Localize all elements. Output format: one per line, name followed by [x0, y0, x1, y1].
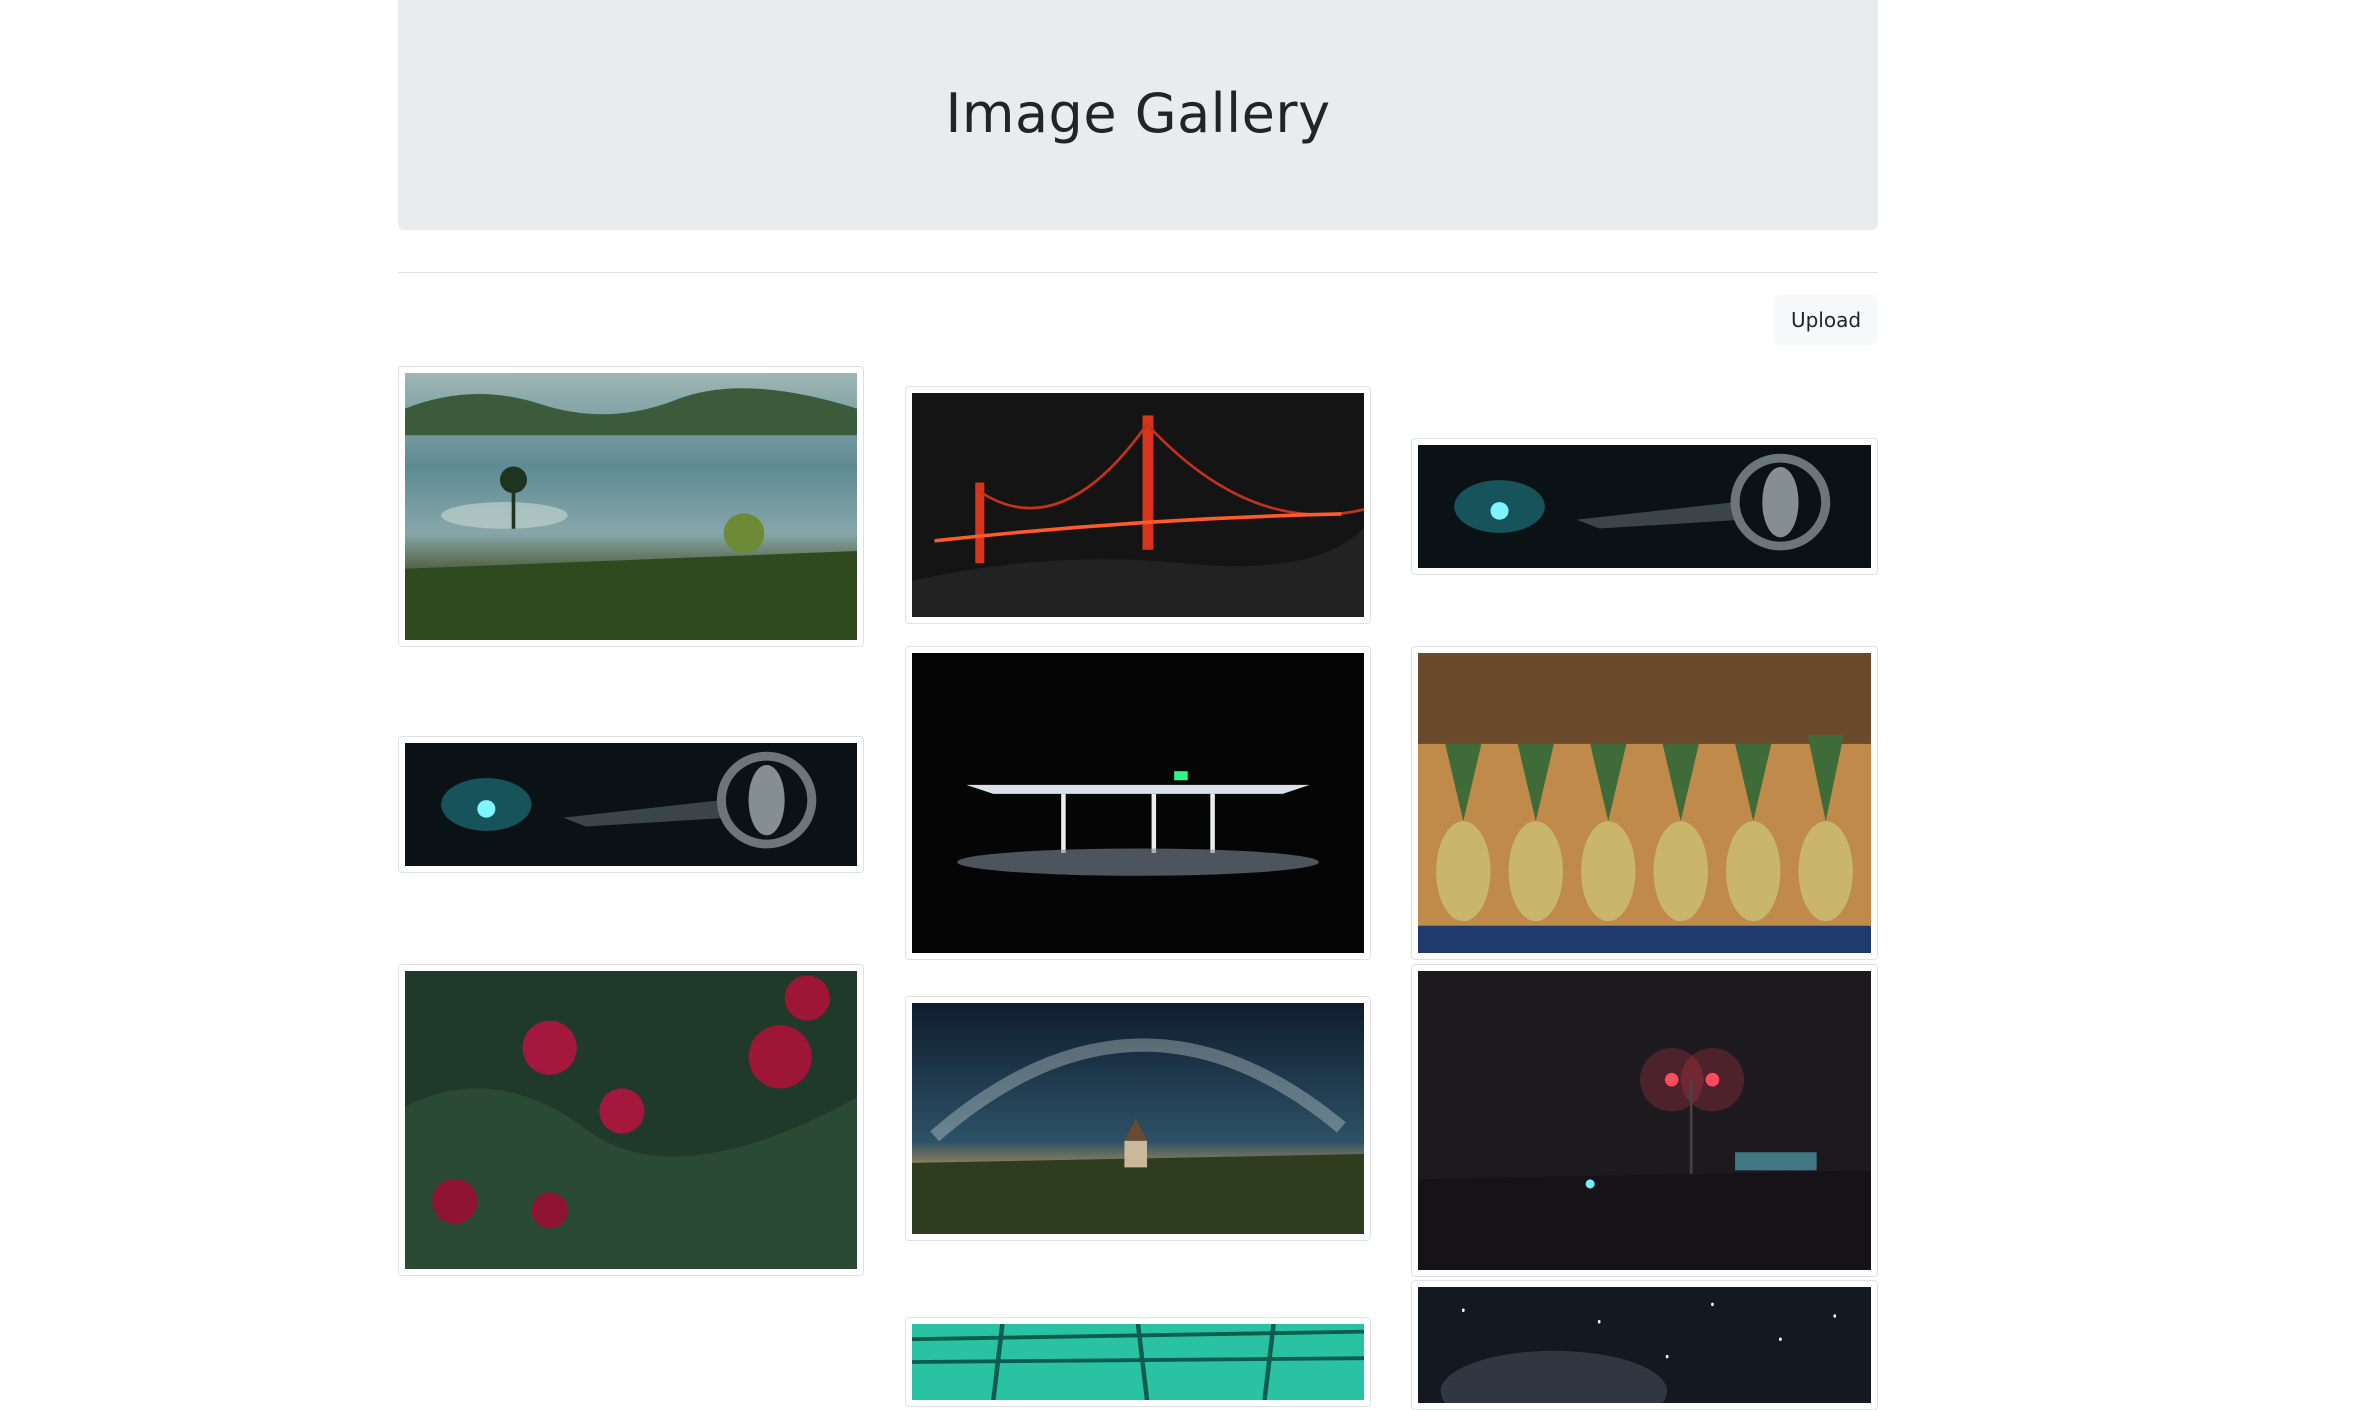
spaceship-image: [405, 743, 857, 866]
gallery-image-golden-gate-bridge[interactable]: [905, 386, 1371, 624]
gas-station-image: [912, 653, 1364, 953]
gallery-image-gas-station[interactable]: [905, 646, 1371, 960]
page-title: Image Gallery: [945, 81, 1331, 145]
misty-valley-image: [405, 373, 857, 640]
gallery-image-red-flowers[interactable]: [398, 964, 864, 1276]
gallery-image-spaceship-1[interactable]: [1411, 438, 1878, 575]
upload-button[interactable]: Upload: [1774, 295, 1878, 345]
milky-way-church-image: [912, 1003, 1364, 1234]
pineapples-image: [1418, 653, 1871, 953]
red-flowers-image: [405, 971, 857, 1269]
foggy-street-image: [1418, 971, 1871, 1270]
gallery-image-starry-sky[interactable]: [1411, 1280, 1878, 1410]
header-banner: Image Gallery: [398, 0, 1878, 230]
gallery-image-milky-way-church[interactable]: [905, 996, 1371, 1241]
gallery-image-foggy-street[interactable]: [1411, 964, 1878, 1277]
teal-glass-roof-image: [912, 1324, 1364, 1400]
starry-sky-image: [1418, 1287, 1871, 1403]
gallery-image-teal-glass-roof[interactable]: [905, 1317, 1371, 1407]
gallery-image-spaceship-2[interactable]: [398, 736, 864, 873]
golden-gate-bridge-image: [912, 393, 1364, 617]
spaceship-image: [1418, 445, 1871, 568]
gallery-image-pineapples[interactable]: [1411, 646, 1878, 960]
gallery-image-misty-valley[interactable]: [398, 366, 864, 647]
divider: [398, 272, 1878, 273]
